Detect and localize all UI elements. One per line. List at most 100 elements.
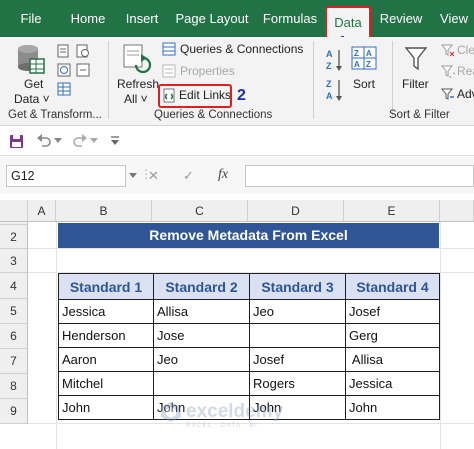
refresh-icon xyxy=(123,44,152,74)
insert-function-icon[interactable]: fx xyxy=(218,167,228,183)
clear-label: Clea xyxy=(457,43,474,57)
clear-filter-icon xyxy=(441,44,455,57)
tab-review[interactable]: Review xyxy=(378,0,424,37)
table-cell[interactable]: Jose xyxy=(153,323,250,348)
tab-formulas[interactable]: Formulas xyxy=(260,0,320,37)
column-header-next[interactable] xyxy=(440,200,474,222)
column-header-a[interactable]: A xyxy=(28,200,56,222)
table-cell[interactable]: Jeo xyxy=(153,347,250,372)
ribbon-tab-bar: File Home Insert Page Layout Formulas Da… xyxy=(0,0,474,37)
svg-text:Z: Z xyxy=(354,49,359,58)
table-cell[interactable]: Gerg xyxy=(345,323,440,348)
table-row: Aaron Jeo Josef Allisa xyxy=(58,347,440,372)
table-cell[interactable]: John xyxy=(153,395,250,420)
formula-bar: G12 ⋮ ✕ ✓ fx xyxy=(0,157,474,194)
row-header-2[interactable]: 2 xyxy=(0,225,28,249)
tab-file[interactable]: File xyxy=(16,0,46,37)
gridline xyxy=(440,222,441,449)
database-icon xyxy=(18,45,45,74)
table-cell[interactable]: Rogers xyxy=(249,371,346,396)
existing-connections-icon[interactable] xyxy=(76,63,90,77)
tab-home[interactable]: Home xyxy=(66,0,110,37)
data-table: Standard 1 Standard 2 Standard 3 Standar… xyxy=(58,273,440,420)
column-header-e[interactable]: E xyxy=(344,200,440,222)
undo-icon[interactable] xyxy=(36,134,52,148)
from-table-icon[interactable] xyxy=(57,82,71,96)
recent-sources-icon[interactable] xyxy=(76,44,90,58)
table-cell[interactable]: Aaron xyxy=(58,347,154,372)
refresh-label: Refresh xyxy=(117,77,160,91)
table-cell[interactable] xyxy=(153,371,250,396)
customize-toolbar-icon[interactable] xyxy=(110,135,120,147)
table-cell[interactable]: Mitchel xyxy=(58,371,154,396)
redo-icon[interactable] xyxy=(72,134,88,148)
tab-view[interactable]: View xyxy=(436,0,472,37)
from-web-icon[interactable] xyxy=(57,63,71,77)
table-header-cell[interactable]: Standard 4 xyxy=(345,273,440,300)
svg-text:Z: Z xyxy=(366,60,371,69)
svg-text:A: A xyxy=(326,91,333,101)
table-header-cell[interactable]: Standard 1 xyxy=(58,273,154,300)
group-label-queries-connections: Queries & Connections xyxy=(154,109,273,121)
table-cell[interactable]: John xyxy=(249,395,346,420)
from-text-icon[interactable] xyxy=(57,44,71,58)
formula-input[interactable] xyxy=(245,165,474,187)
reapply-label: Rea xyxy=(457,64,474,78)
table-cell[interactable]: Allisa xyxy=(345,347,440,372)
sort-za-icon: Z A xyxy=(326,79,342,101)
cancel-icon[interactable]: ✕ xyxy=(148,168,159,184)
get-data-label-2: Data ˅ xyxy=(14,92,50,106)
table-cell[interactable] xyxy=(249,323,346,348)
table-cell[interactable]: Allisa xyxy=(153,299,250,324)
tab-data[interactable]: Data xyxy=(325,6,371,37)
quick-access-toolbar xyxy=(0,126,474,156)
table-header-cell[interactable]: Standard 2 xyxy=(153,273,250,300)
name-box-dropdown-icon[interactable] xyxy=(129,173,137,179)
table-cell[interactable]: Jessica xyxy=(58,299,154,324)
table-row: John John John John xyxy=(58,395,440,420)
table-row: Mitchel Rogers Jessica xyxy=(58,371,440,396)
row-header-5[interactable]: 5 xyxy=(0,299,28,324)
column-header-d[interactable]: D xyxy=(248,200,344,222)
svg-text:A: A xyxy=(366,49,372,58)
table-cell[interactable]: Jeo xyxy=(249,299,346,324)
table-cell[interactable]: John xyxy=(58,395,154,420)
queries-connections-label: Queries & Connections xyxy=(180,42,304,56)
refresh-label-2: All ˅ xyxy=(124,92,148,106)
row-header-4[interactable]: 4 xyxy=(0,273,28,299)
group-label-sort-filter: Sort & Filter xyxy=(389,109,450,121)
table-cell[interactable]: Josef xyxy=(249,347,346,372)
column-header-b[interactable]: B xyxy=(56,200,152,222)
undo-dropdown-icon[interactable] xyxy=(54,138,62,144)
sort-az-icon: A Z xyxy=(326,49,342,71)
column-header-c[interactable]: C xyxy=(152,200,248,222)
table-header-cell[interactable]: Standard 3 xyxy=(249,273,346,300)
tab-page-layout[interactable]: Page Layout xyxy=(174,0,250,37)
group-label-get-transform: Get & Transform... xyxy=(8,109,102,121)
select-all-corner[interactable] xyxy=(0,200,28,222)
row-header-3[interactable]: 3 xyxy=(0,249,28,273)
gridline xyxy=(28,423,474,424)
group-separator xyxy=(313,41,314,119)
tab-insert[interactable]: Insert xyxy=(122,0,162,37)
table-cell[interactable]: Jessica xyxy=(345,371,440,396)
row-header-8[interactable]: 8 xyxy=(0,374,28,399)
sort-label: Sort xyxy=(353,77,376,91)
worksheet-grid: A B C D E 1 2 3 4 5 6 7 8 9 Remove Metad… xyxy=(0,200,474,449)
table-cell[interactable]: John xyxy=(345,395,440,420)
filter-label: Filter xyxy=(402,77,429,91)
redo-dropdown-icon[interactable] xyxy=(90,138,98,144)
advanced-label: Adv xyxy=(457,87,474,101)
row-header-6[interactable]: 6 xyxy=(0,324,28,349)
sheet-title[interactable]: Remove Metadata From Excel xyxy=(58,223,439,248)
save-icon[interactable] xyxy=(9,134,24,149)
step-callout-2: 2 xyxy=(237,87,246,104)
table-cell[interactable]: Henderson xyxy=(58,323,154,348)
svg-text:A: A xyxy=(326,49,333,59)
sort-dialog-icon: Z A A Z xyxy=(351,46,377,70)
enter-icon[interactable]: ✓ xyxy=(183,168,194,184)
table-cell[interactable]: Josef xyxy=(345,299,440,324)
row-header-7[interactable]: 7 xyxy=(0,349,28,374)
row-header-9[interactable]: 9 xyxy=(0,399,28,424)
name-box[interactable]: G12 xyxy=(6,165,126,187)
